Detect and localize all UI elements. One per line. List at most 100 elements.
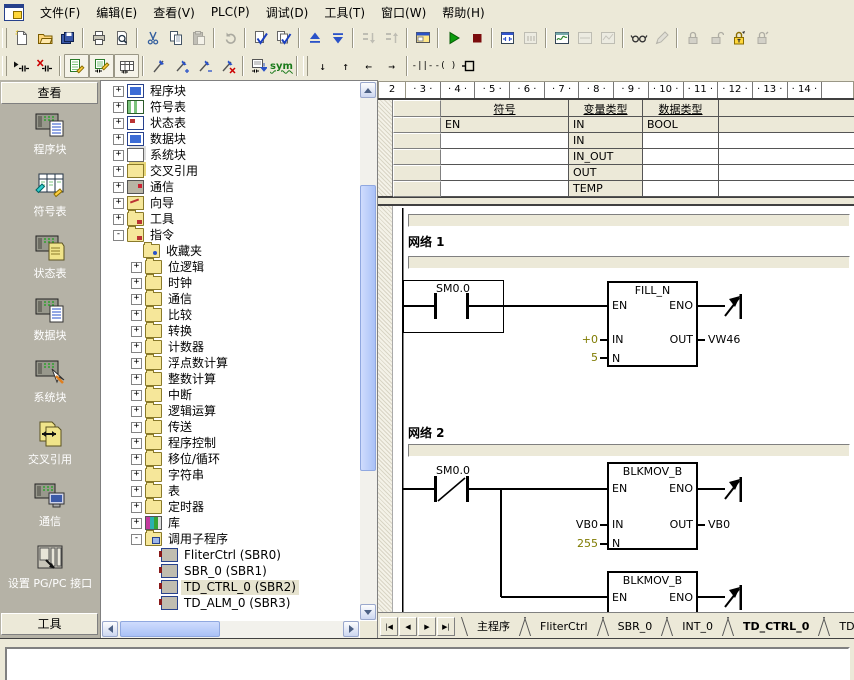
tree-item-timers[interactable]: +定时器 — [103, 499, 359, 515]
toolbar-grip[interactable] — [2, 56, 7, 76]
bookmark-next-button[interactable] — [170, 55, 193, 77]
tab-previous-button[interactable]: ◀ — [399, 617, 417, 636]
pause-program-status-button[interactable] — [519, 27, 542, 49]
view-symbol-addressing-button[interactable] — [89, 54, 114, 78]
cell-data-type[interactable] — [643, 165, 719, 181]
open-project-button[interactable] — [33, 27, 56, 49]
expand-icon[interactable]: + — [131, 262, 142, 273]
tree-item-data-block[interactable]: +数据块 — [103, 131, 359, 147]
expand-icon[interactable] — [149, 599, 158, 608]
cell-var-type[interactable]: IN_OUT — [569, 149, 643, 165]
chart-status-button[interactable] — [550, 27, 573, 49]
cut-button[interactable] — [141, 27, 164, 49]
cell-comment[interactable] — [719, 149, 854, 165]
insert-contact-button[interactable]: -||- — [411, 55, 434, 77]
tree-item-subroutine-tdctrl0[interactable]: TD_CTRL_0 (SBR2) — [103, 579, 359, 595]
expand-icon[interactable] — [131, 247, 140, 256]
cell-data-type[interactable] — [643, 133, 719, 149]
expand-icon[interactable]: + — [113, 214, 124, 225]
tree-item-communication[interactable]: +通信 — [103, 179, 359, 195]
navbar-item-communication[interactable]: 通信 — [0, 480, 100, 542]
tab-next-button[interactable]: ▶ — [418, 617, 436, 636]
expand-icon[interactable]: + — [131, 486, 142, 497]
blkmov-b-box-1[interactable]: BLKMOV_B EN ENO IN OUT N — [607, 462, 698, 550]
tree-item-interrupt[interactable]: +中断 — [103, 387, 359, 403]
expand-icon[interactable]: + — [131, 406, 142, 417]
password-protect-button[interactable] — [727, 27, 750, 49]
tree-item-move[interactable]: +传送 — [103, 419, 359, 435]
tree-item-shift-rotate[interactable]: +移位/循环 — [103, 451, 359, 467]
cell-data-type[interactable] — [643, 181, 719, 197]
network-1-comment-bar[interactable] — [408, 256, 850, 269]
tree-item-tools[interactable]: +工具 — [103, 211, 359, 227]
edit-pen-button[interactable] — [650, 27, 673, 49]
contact-operand[interactable]: SM0.0 — [403, 464, 503, 477]
expand-icon[interactable]: + — [131, 390, 142, 401]
cell-var-type[interactable]: IN — [569, 117, 643, 133]
tab-tdctrl0-active[interactable]: TD_CTRL_0 — [728, 617, 824, 636]
tree-item-bit-logic[interactable]: +位逻辑 — [103, 259, 359, 275]
pane-splitter[interactable] — [378, 198, 854, 206]
line-down-button[interactable]: ↓ — [311, 55, 334, 77]
cell-var-type[interactable]: TEMP — [569, 181, 643, 197]
sort-ascending-button[interactable] — [357, 27, 380, 49]
view-symbol-info-table-button[interactable] — [64, 54, 89, 78]
row-header[interactable] — [393, 181, 441, 197]
expand-icon[interactable]: + — [131, 518, 142, 529]
contact-operand[interactable]: SM0.0 — [403, 282, 503, 295]
toolbar-grip[interactable] — [303, 56, 308, 76]
tree-item-float-math[interactable]: +浮点数计算 — [103, 355, 359, 371]
insert-coil-button[interactable]: -( ) — [434, 55, 457, 77]
expand-icon[interactable]: + — [131, 470, 142, 481]
tree-item-string[interactable]: +字符串 — [103, 467, 359, 483]
fill-n-box[interactable]: FILL_N EN ENO IN OUT N — [607, 281, 698, 367]
expand-icon[interactable] — [149, 583, 158, 592]
expand-icon[interactable]: - — [113, 230, 124, 241]
navbar-item-symbol-table[interactable]: 符号表 — [0, 170, 100, 232]
tree-item-libraries[interactable]: +库 — [103, 515, 359, 531]
cell-data-type[interactable] — [643, 149, 719, 165]
tree-item-clock[interactable]: +时钟 — [103, 275, 359, 291]
tree-horizontal-scrollbar[interactable] — [102, 621, 359, 638]
cell-data-type[interactable]: BOOL — [643, 117, 719, 133]
cell-symbol[interactable] — [441, 181, 569, 197]
menu-file[interactable]: 文件(F) — [32, 1, 88, 24]
tab-int0[interactable]: INT_0 — [667, 617, 728, 636]
expand-icon[interactable]: + — [131, 422, 142, 433]
sort-descending-button[interactable] — [380, 27, 403, 49]
tree-item-subroutine-flitterctrl[interactable]: FliterCtrl (SBR0) — [103, 547, 359, 563]
undo-button[interactable] — [218, 27, 241, 49]
tree-item-counters[interactable]: +计数器 — [103, 339, 359, 355]
row-header[interactable] — [393, 165, 441, 181]
menu-debug[interactable]: 调试(D) — [258, 1, 317, 24]
tab-first-button[interactable]: |◀ — [380, 617, 398, 636]
tree-item-convert[interactable]: +转换 — [103, 323, 359, 339]
line-up-button[interactable]: ↑ — [334, 55, 357, 77]
navbar-view-header[interactable]: 查看 — [1, 82, 98, 104]
copy-button[interactable] — [164, 27, 187, 49]
navbar-tools-footer[interactable]: 工具 — [1, 613, 98, 635]
tree-item-status-chart[interactable]: +状态表 — [103, 115, 359, 131]
tree-item-communication-instr[interactable]: +通信 — [103, 291, 359, 307]
scroll-down-button[interactable] — [360, 604, 376, 620]
menu-help[interactable]: 帮助(H) — [434, 1, 492, 24]
menu-view[interactable]: 查看(V) — [145, 1, 203, 24]
unlock-button[interactable] — [704, 27, 727, 49]
cell-comment[interactable] — [719, 165, 854, 181]
tree-item-program-block[interactable]: +程序块 — [103, 83, 359, 99]
insert-network-button[interactable] — [10, 55, 33, 77]
compile-button[interactable] — [249, 27, 272, 49]
expand-icon[interactable]: + — [131, 342, 142, 353]
scroll-up-button[interactable] — [360, 82, 376, 98]
save-project-button[interactable] — [56, 27, 79, 49]
stop-button[interactable] — [465, 27, 488, 49]
expand-icon[interactable]: + — [113, 86, 124, 97]
tree-item-cross-reference[interactable]: +交叉引用 — [103, 163, 359, 179]
compile-all-button[interactable] — [272, 27, 295, 49]
tab-main-program[interactable]: 主程序 — [462, 617, 525, 636]
insert-box-button[interactable] — [457, 55, 480, 77]
expand-icon[interactable]: + — [131, 502, 142, 513]
paste-button[interactable] — [187, 27, 210, 49]
expand-icon[interactable]: + — [131, 454, 142, 465]
download-button[interactable] — [326, 27, 349, 49]
